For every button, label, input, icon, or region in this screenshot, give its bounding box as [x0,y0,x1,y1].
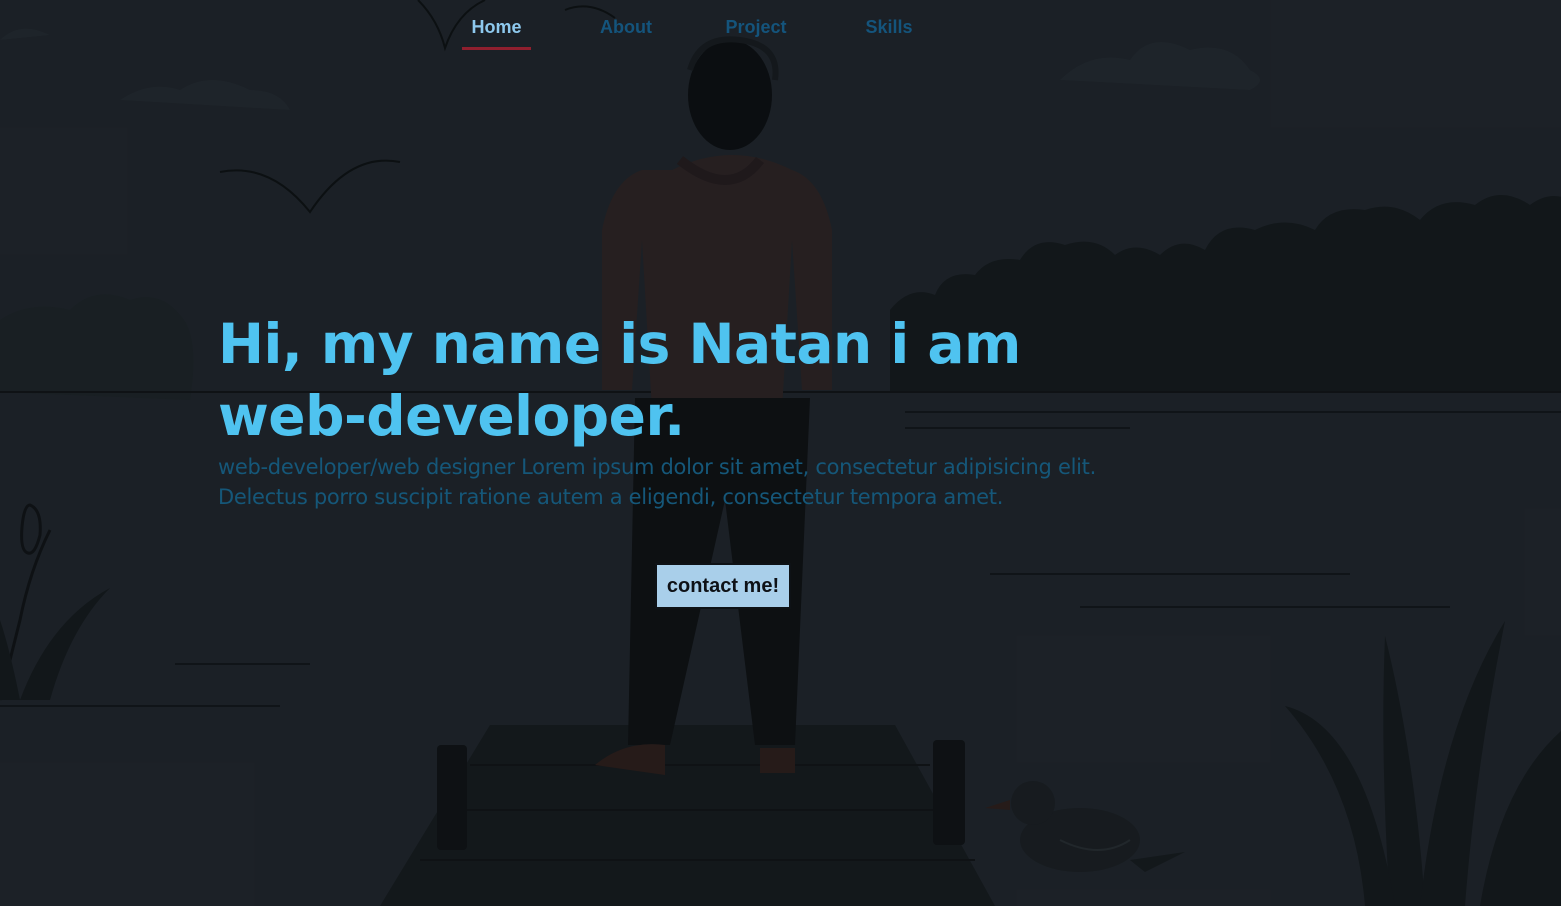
nav-item-skills[interactable]: Skills [863,0,915,50]
hero-title: Hi, my name is Natan i am web-developer. [218,312,1021,448]
contact-button[interactable]: contact me! [655,563,791,609]
main-nav: Home About Project Skills [462,0,915,56]
hero-subtitle: web-developer/web designer Lorem ipsum d… [218,455,1096,509]
nav-item-home[interactable]: Home [462,0,531,50]
page: Home About Project Skills Hi, my name is… [0,0,1561,906]
nav-item-project[interactable]: Project [724,0,788,50]
nav-item-about[interactable]: About [596,0,656,50]
